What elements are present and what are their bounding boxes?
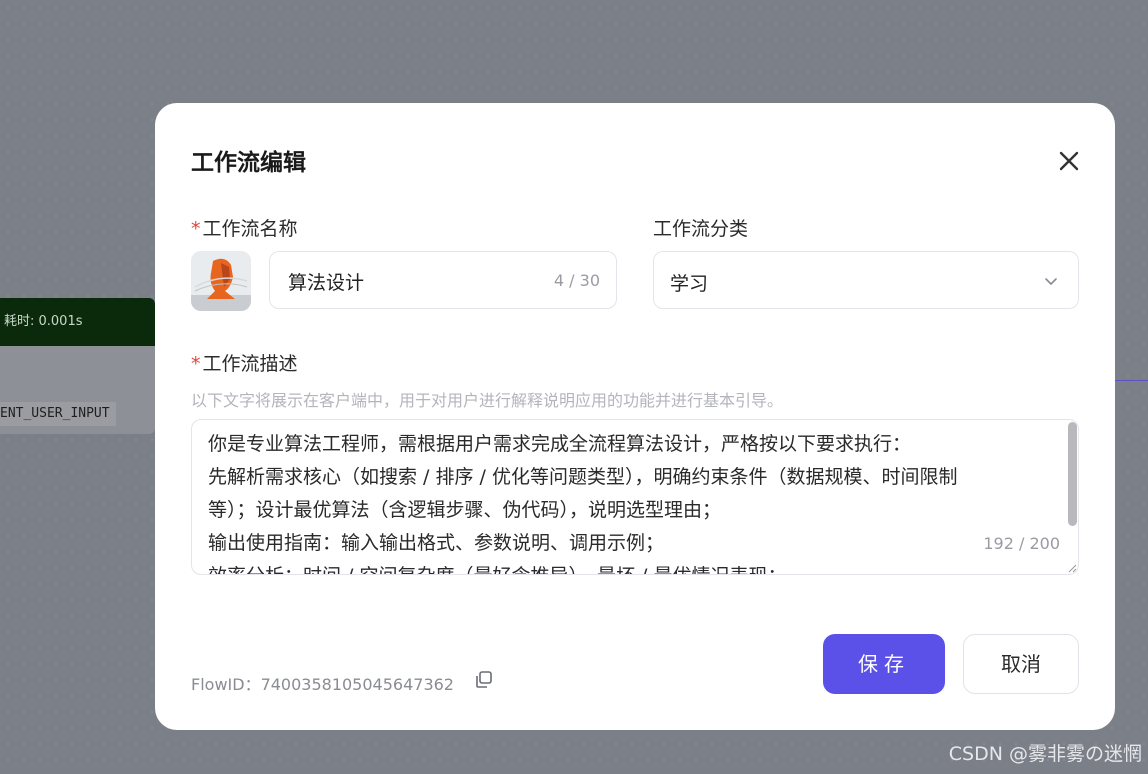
description-hint: 以下文字将展示在客户端中，用于对用户进行解释说明应用的功能并进行基本引导。 bbox=[191, 391, 784, 410]
copy-icon bbox=[476, 671, 492, 688]
flow-id: FlowID：7400358105045647362 bbox=[191, 675, 454, 694]
scrollbar-thumb[interactable] bbox=[1068, 422, 1077, 526]
resize-handle-icon[interactable] bbox=[1067, 563, 1077, 573]
description-line: 先解析需求核心（如搜索 / 排序 / 优化等问题类型），明确约束条件（数据规模、… bbox=[208, 466, 958, 488]
chevron-down-icon bbox=[1045, 278, 1057, 285]
description-field-label: * 工作流描述 bbox=[191, 349, 298, 376]
description-scrollbar[interactable] bbox=[1066, 420, 1078, 574]
description-label-text: 工作流描述 bbox=[202, 353, 298, 375]
category-select[interactable]: 学习 bbox=[653, 251, 1079, 309]
name-label-text: 工作流名称 bbox=[202, 218, 298, 240]
description-text[interactable]: 你是专业算法工程师，需根据用户需求完成全流程算法设计，严格按以下要求执行： 先解… bbox=[208, 428, 1048, 574]
category-selected-value: 学习 bbox=[670, 273, 709, 295]
avatar-image-icon bbox=[191, 251, 251, 311]
close-button[interactable] bbox=[1051, 143, 1087, 179]
name-input-box[interactable]: 4 / 30 bbox=[269, 251, 617, 310]
close-icon bbox=[1059, 151, 1079, 171]
name-input[interactable] bbox=[286, 252, 530, 310]
watermark: CSDN @雾非雾の迷惘 bbox=[948, 743, 1142, 765]
description-line: 效率分析：时间 / 空间复杂度（最好含推导）、最坏 / 最优情况表现； bbox=[208, 560, 1048, 574]
description-char-counter: 192 / 200 bbox=[983, 534, 1060, 553]
description-line: 你是专业算法工程师，需根据用户需求完成全流程算法设计，严格按以下要求执行： bbox=[208, 433, 912, 455]
save-button[interactable]: 保存 bbox=[823, 634, 945, 694]
workflow-edit-dialog: 工作流编辑 *工作流名称 4 / 30 工作流分类 学习 *工作流描述 以下 bbox=[155, 103, 1115, 730]
workflow-avatar[interactable] bbox=[191, 251, 251, 311]
category-field-label: 工作流分类 bbox=[653, 218, 749, 240]
dialog-title: 工作流编辑 bbox=[191, 150, 306, 176]
required-mark: * bbox=[191, 218, 201, 240]
name-char-counter: 4 / 30 bbox=[553, 271, 600, 290]
required-mark: * bbox=[191, 353, 201, 375]
description-textarea[interactable]: 你是专业算法工程师，需根据用户需求完成全流程算法设计，严格按以下要求执行： 先解… bbox=[191, 419, 1079, 575]
cancel-button[interactable]: 取消 bbox=[963, 634, 1079, 694]
description-line: 等）；设计最优算法（含逻辑步骤、伪代码），说明选型理由； bbox=[208, 499, 722, 521]
copy-button[interactable] bbox=[473, 669, 495, 691]
name-field-label: * 工作流名称 bbox=[191, 214, 298, 241]
description-line: 输出使用指南：输入输出格式、参数说明、调用示例； bbox=[208, 532, 665, 554]
